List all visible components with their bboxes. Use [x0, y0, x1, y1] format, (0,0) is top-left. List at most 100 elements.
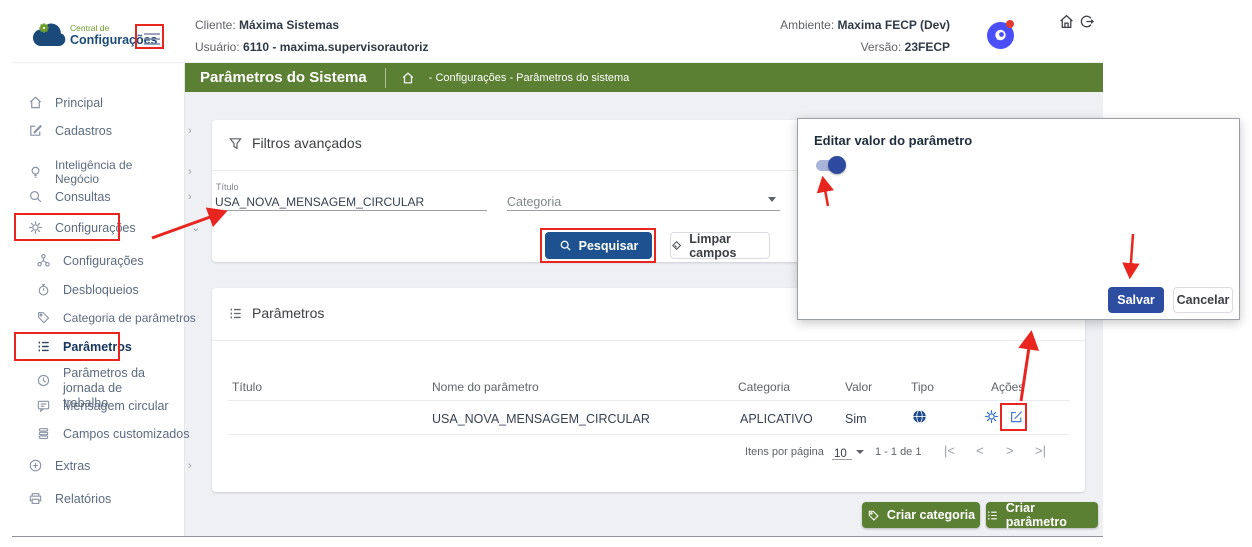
clock-icon — [36, 373, 51, 388]
titulo-field-label: Título — [216, 182, 239, 192]
col-header-tipo: Tipo — [911, 380, 934, 394]
sidebar-item-principal[interactable]: Principal — [28, 95, 103, 110]
sidebar-item-cadastros[interactable]: Cadastros › — [28, 123, 178, 138]
gear-icon — [28, 220, 43, 235]
app-header: Central de Configurações Cliente: Máxima… — [12, 10, 1103, 63]
col-header-acoes: Ações — [991, 380, 1024, 394]
version-value: 23FECP — [905, 40, 950, 54]
search-icon — [559, 239, 572, 252]
notification-dot — [1006, 20, 1014, 28]
environment-info: Ambiente: Maxima FECP (Dev) — [700, 18, 950, 32]
chat-widget-button[interactable] — [987, 20, 1017, 50]
parametros-title: Parâmetros — [252, 305, 324, 321]
limpar-campos-label: Limpar campos — [689, 232, 769, 260]
row-edit-icon[interactable] — [1009, 409, 1024, 424]
cancelar-button[interactable]: Cancelar — [1173, 287, 1233, 313]
user-label: Usuário: — [195, 40, 240, 54]
filters-title: Filtros avançados — [252, 135, 362, 151]
chevron-right-icon: › — [188, 166, 192, 178]
tag-icon — [36, 310, 51, 325]
sidebar-label: Parâmetros — [63, 340, 132, 354]
filter-funnel-icon — [228, 136, 243, 151]
sidebar-item-relatorios[interactable]: Relatórios — [28, 491, 111, 506]
nodes-icon — [36, 253, 51, 268]
client-label: Cliente: — [195, 18, 236, 32]
prev-page-button[interactable]: < — [976, 443, 984, 458]
chevron-right-icon: › — [188, 191, 192, 203]
parametros-divider — [212, 340, 1085, 341]
globe-type-icon — [912, 409, 927, 424]
hamburger-menu-icon[interactable] — [140, 28, 164, 48]
sidebar-item-categoria-de-parametros[interactable]: Categoria de parâmetros — [36, 310, 196, 325]
criar-categoria-button[interactable]: Criar categoria — [862, 502, 980, 528]
table-header-divider — [228, 400, 1069, 401]
parametros-card-header: Parâmetros — [228, 305, 324, 321]
criar-categoria-label: Criar categoria — [887, 508, 975, 522]
sidebar-item-extras[interactable]: Extras › — [28, 458, 178, 473]
chevron-right-icon: › — [188, 125, 192, 137]
pesquisar-button[interactable]: Pesquisar — [545, 232, 652, 259]
home-shortcut-icon[interactable] — [1058, 13, 1076, 31]
environment-label: Ambiente: — [780, 18, 834, 32]
page-range-text: 1 - 1 de 1 — [875, 446, 921, 458]
list-icon — [986, 509, 999, 522]
sidebar-label: Configurações — [55, 221, 136, 235]
sidebar-label: Principal — [55, 96, 103, 110]
sidebar-label: Categoria de parâmetros — [63, 311, 196, 325]
sidebar-item-campos-customizados[interactable]: Campos customizados — [36, 426, 189, 441]
logo-gear — [39, 23, 49, 33]
categoria-select[interactable]: Categoria — [507, 193, 780, 211]
client-info: Cliente: Máxima Sistemas — [195, 18, 339, 32]
next-page-button[interactable]: > — [1006, 443, 1014, 458]
param-value-toggle[interactable] — [816, 155, 852, 175]
col-header-valor: Valor — [845, 380, 872, 394]
sidebar-item-consultas[interactable]: Consultas › — [28, 189, 178, 204]
page-size-select[interactable]: 10 — [834, 444, 866, 460]
salvar-button[interactable]: Salvar — [1108, 287, 1164, 313]
col-header-categoria: Categoria — [738, 380, 790, 394]
version-label: Versão: — [861, 40, 902, 54]
home-icon — [28, 95, 43, 110]
plus-circle-icon — [28, 458, 43, 473]
sidebar-item-mensagem-circular[interactable]: Mensagem circular — [36, 398, 169, 413]
col-header-nome: Nome do parâmetro — [432, 380, 539, 394]
last-page-button[interactable]: >| — [1035, 443, 1046, 458]
toggle-knob — [828, 156, 846, 174]
cloud-logo-icon — [30, 21, 70, 51]
sidebar-label: Campos customizados — [63, 427, 189, 441]
titlebar-divider — [385, 68, 386, 88]
first-page-button[interactable]: |< — [944, 443, 955, 458]
cancelar-label: Cancelar — [1177, 293, 1230, 307]
sidebar-item-configuracoes[interactable]: Configurações ⌄ — [28, 220, 178, 235]
printer-icon — [28, 491, 43, 506]
sidebar-label: Desbloqueios — [63, 283, 139, 297]
chat-bubble-icon — [992, 27, 1009, 44]
edit-square-icon — [28, 123, 43, 138]
sidebar-label: Extras — [55, 459, 90, 473]
titulo-input[interactable] — [215, 193, 487, 211]
sidebar-item-parametros[interactable]: Parâmetros — [36, 339, 132, 354]
page-size-underline — [832, 459, 852, 460]
version-info: Versão: 23FECP — [700, 40, 950, 54]
row-settings-icon[interactable] — [984, 409, 999, 424]
sidebar-label: Cadastros — [55, 124, 112, 138]
page-title: Parâmetros do Sistema — [200, 69, 367, 86]
dropdown-arrow-icon — [856, 450, 864, 454]
list-icon — [36, 339, 51, 354]
sidebar-item-configuracoes-sub[interactable]: Configurações — [36, 253, 144, 268]
sidebar-item-desbloqueios[interactable]: Desbloqueios — [36, 282, 139, 297]
col-header-titulo: Título — [232, 380, 262, 394]
list-icon — [228, 306, 243, 321]
logout-icon[interactable] — [1078, 13, 1096, 31]
search-icon — [28, 189, 43, 204]
sidebar-item-inteligencia-de-negocio[interactable]: Inteligência de Negócio › — [28, 158, 178, 186]
stopwatch-icon — [36, 282, 51, 297]
sidebar-label: Consultas — [55, 190, 111, 204]
chevron-right-icon: › — [188, 460, 192, 472]
limpar-campos-button[interactable]: Limpar campos — [670, 232, 770, 259]
breadcrumb: - Configurações - Parâmetros do sistema — [429, 72, 630, 84]
cell-nome: USA_NOVA_MENSAGEM_CIRCULAR — [432, 412, 650, 426]
breadcrumb-home-icon[interactable] — [401, 71, 415, 85]
stack-icon — [36, 426, 51, 441]
criar-parametro-button[interactable]: Criar parâmetro — [986, 502, 1098, 528]
